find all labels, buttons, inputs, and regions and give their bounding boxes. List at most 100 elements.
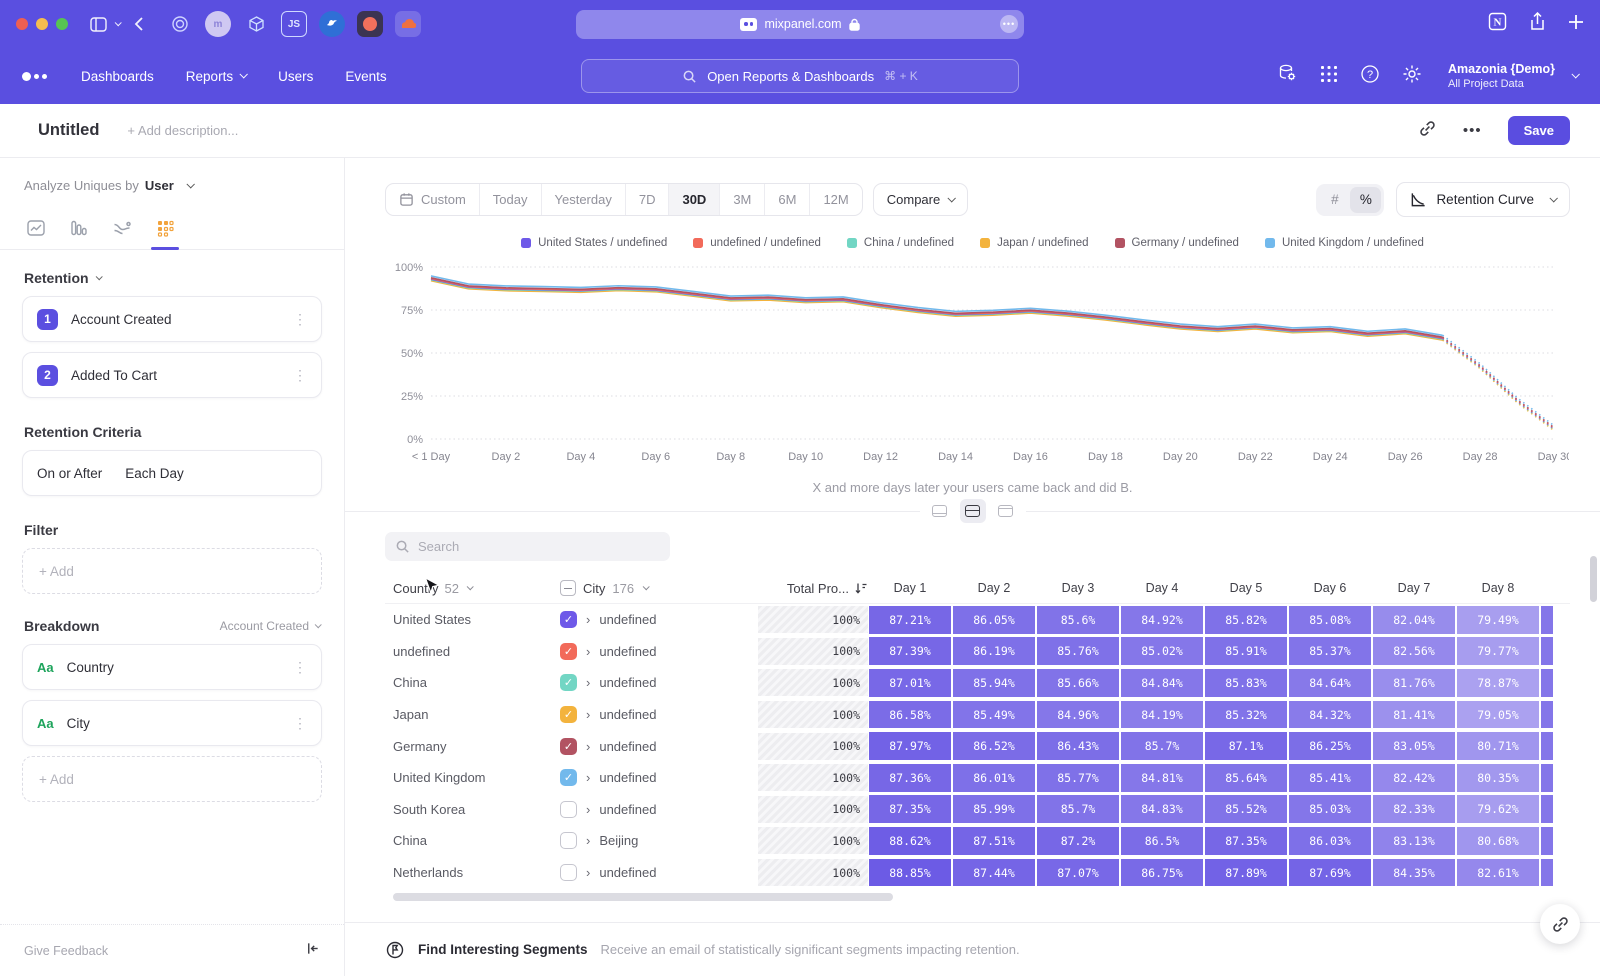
minimize-window-button[interactable] — [36, 18, 48, 30]
range-button-yesterday[interactable]: Yesterday — [542, 184, 626, 215]
extension-js-icon[interactable]: JS — [281, 11, 307, 37]
column-header-day[interactable]: Day 7 — [1372, 581, 1456, 595]
retention-section-title[interactable]: Retention — [24, 270, 89, 286]
expand-row-icon[interactable]: › — [586, 739, 590, 754]
add-description[interactable]: + Add description... — [127, 123, 238, 138]
row-checkbox-unchecked[interactable] — [560, 864, 577, 881]
row-checkbox-checked[interactable]: ✓ — [560, 611, 577, 628]
row-checkbox-checked[interactable]: ✓ — [560, 769, 577, 786]
row-checkbox-checked[interactable]: ✓ — [560, 706, 577, 723]
row-checkbox-checked[interactable]: ✓ — [560, 674, 577, 691]
nav-item-reports[interactable]: Reports — [186, 69, 246, 84]
mixpanel-logo[interactable] — [22, 72, 47, 81]
close-window-button[interactable] — [16, 18, 28, 30]
column-header-day[interactable]: Day 6 — [1288, 581, 1372, 595]
help-icon[interactable]: ? — [1360, 64, 1380, 89]
nav-item-events[interactable]: Events — [345, 69, 386, 84]
range-button-12m[interactable]: 12M — [810, 184, 861, 215]
share-icon[interactable] — [1529, 12, 1546, 36]
kebab-menu-icon[interactable]: ⋮ — [293, 368, 307, 382]
expand-row-icon[interactable]: › — [586, 707, 590, 722]
range-button-custom[interactable]: Custom — [386, 184, 480, 215]
address-bar[interactable]: mixpanel.com ••• — [576, 10, 1024, 39]
tab-funnels[interactable] — [57, 207, 100, 249]
report-title[interactable]: Untitled — [38, 121, 99, 140]
legend-item[interactable]: United Kingdom / undefined — [1265, 237, 1424, 249]
column-header-day[interactable]: Day 8 — [1456, 581, 1540, 595]
select-all-checkbox[interactable] — [560, 580, 576, 596]
global-search[interactable]: Open Reports & Dashboards ⌘ + K — [581, 59, 1019, 93]
chart-type-dropdown[interactable]: Retention Curve — [1396, 182, 1570, 217]
breakdown-card-city[interactable]: Aa City ⋮ — [22, 700, 322, 746]
add-filter-button[interactable]: + Add — [22, 548, 322, 594]
range-button-6m[interactable]: 6M — [765, 184, 810, 215]
save-button[interactable]: Save — [1508, 116, 1570, 145]
legend-item[interactable]: Japan / undefined — [980, 237, 1088, 249]
give-feedback-link[interactable]: Give Feedback — [24, 944, 108, 958]
horizontal-scrollbar[interactable] — [385, 893, 1570, 901]
kebab-menu-icon[interactable]: ⋮ — [293, 660, 307, 674]
legend-item[interactable]: United States / undefined — [521, 237, 667, 249]
expand-row-icon[interactable]: › — [586, 612, 590, 627]
column-header-city[interactable]: City 176 — [560, 580, 720, 596]
back-icon[interactable] — [134, 17, 143, 31]
legend-item[interactable]: undefined / undefined — [693, 237, 821, 249]
format-number-button[interactable]: # — [1319, 187, 1350, 213]
kebab-menu-icon[interactable]: ⋮ — [293, 716, 307, 730]
project-switcher[interactable]: Amazonia {Demo} All Project Data — [1448, 62, 1578, 90]
row-checkbox-unchecked[interactable] — [560, 801, 577, 818]
column-header-day[interactable]: Day 4 — [1120, 581, 1204, 595]
split-view-button[interactable] — [960, 499, 986, 523]
expand-row-icon[interactable]: › — [586, 675, 590, 690]
kebab-menu-icon[interactable]: ⋮ — [293, 312, 307, 326]
browser-sidebar-icon[interactable] — [90, 17, 120, 32]
legend-item[interactable]: China / undefined — [847, 237, 954, 249]
add-breakdown-button[interactable]: + Add — [22, 756, 322, 802]
extension-cube-icon[interactable] — [243, 11, 269, 37]
table-search-input[interactable] — [418, 539, 648, 554]
row-checkbox-checked[interactable]: ✓ — [560, 643, 577, 660]
step-card-account-created[interactable]: 1 Account Created ⋮ — [22, 296, 322, 342]
table-only-view-button[interactable] — [993, 499, 1019, 523]
tab-insights[interactable] — [14, 207, 57, 249]
step-card-added-to-cart[interactable]: 2 Added To Cart ⋮ — [22, 352, 322, 398]
breakdown-card-country[interactable]: Aa Country ⋮ — [22, 644, 322, 690]
criteria-card[interactable]: On or After Each Day — [22, 450, 322, 496]
column-header-day[interactable]: Day 1 — [868, 581, 952, 595]
zoom-window-button[interactable] — [56, 18, 68, 30]
column-header-country[interactable]: Country 52 — [385, 581, 560, 596]
row-checkbox-unchecked[interactable] — [560, 832, 577, 849]
extension-m-icon[interactable]: m — [205, 11, 231, 37]
data-management-icon[interactable] — [1277, 63, 1298, 89]
criteria-primary[interactable]: On or After — [37, 466, 102, 481]
range-button-30d[interactable]: 30D — [669, 184, 720, 215]
extension-soundcloud-icon[interactable] — [395, 11, 421, 37]
vertical-scrollbar-thumb[interactable] — [1590, 556, 1597, 602]
more-options-icon[interactable]: ••• — [1463, 122, 1482, 139]
tab-flows[interactable] — [100, 207, 143, 249]
tab-retention[interactable] — [143, 207, 186, 249]
table-search[interactable] — [385, 532, 670, 561]
extension-target-icon[interactable] — [167, 11, 193, 37]
compare-button[interactable]: Compare — [873, 183, 968, 216]
extension-bird-icon[interactable] — [319, 11, 345, 37]
address-bar-more-icon[interactable]: ••• — [1000, 15, 1018, 33]
nav-item-users[interactable]: Users — [278, 69, 313, 84]
nav-item-dashboards[interactable]: Dashboards — [81, 69, 154, 84]
new-tab-icon[interactable] — [1568, 14, 1584, 35]
expand-row-icon[interactable]: › — [586, 644, 590, 659]
range-button-3m[interactable]: 3M — [720, 184, 765, 215]
apps-grid-icon[interactable] — [1320, 65, 1338, 88]
range-button-today[interactable]: Today — [480, 184, 542, 215]
segments-title[interactable]: Find Interesting Segments — [418, 942, 588, 957]
format-percent-button[interactable]: % — [1350, 187, 1381, 213]
column-header-total[interactable]: Total Pro... — [720, 581, 868, 596]
expand-row-icon[interactable]: › — [586, 770, 590, 785]
copy-link-icon[interactable] — [1418, 119, 1437, 143]
collapse-sidebar-icon[interactable] — [305, 941, 320, 961]
analyze-value-dropdown[interactable]: User — [145, 178, 174, 193]
chart-only-view-button[interactable] — [927, 499, 953, 523]
criteria-secondary[interactable]: Each Day — [125, 466, 184, 481]
extension-producthunt-icon[interactable] — [357, 11, 383, 37]
column-header-day[interactable]: Day 2 — [952, 581, 1036, 595]
